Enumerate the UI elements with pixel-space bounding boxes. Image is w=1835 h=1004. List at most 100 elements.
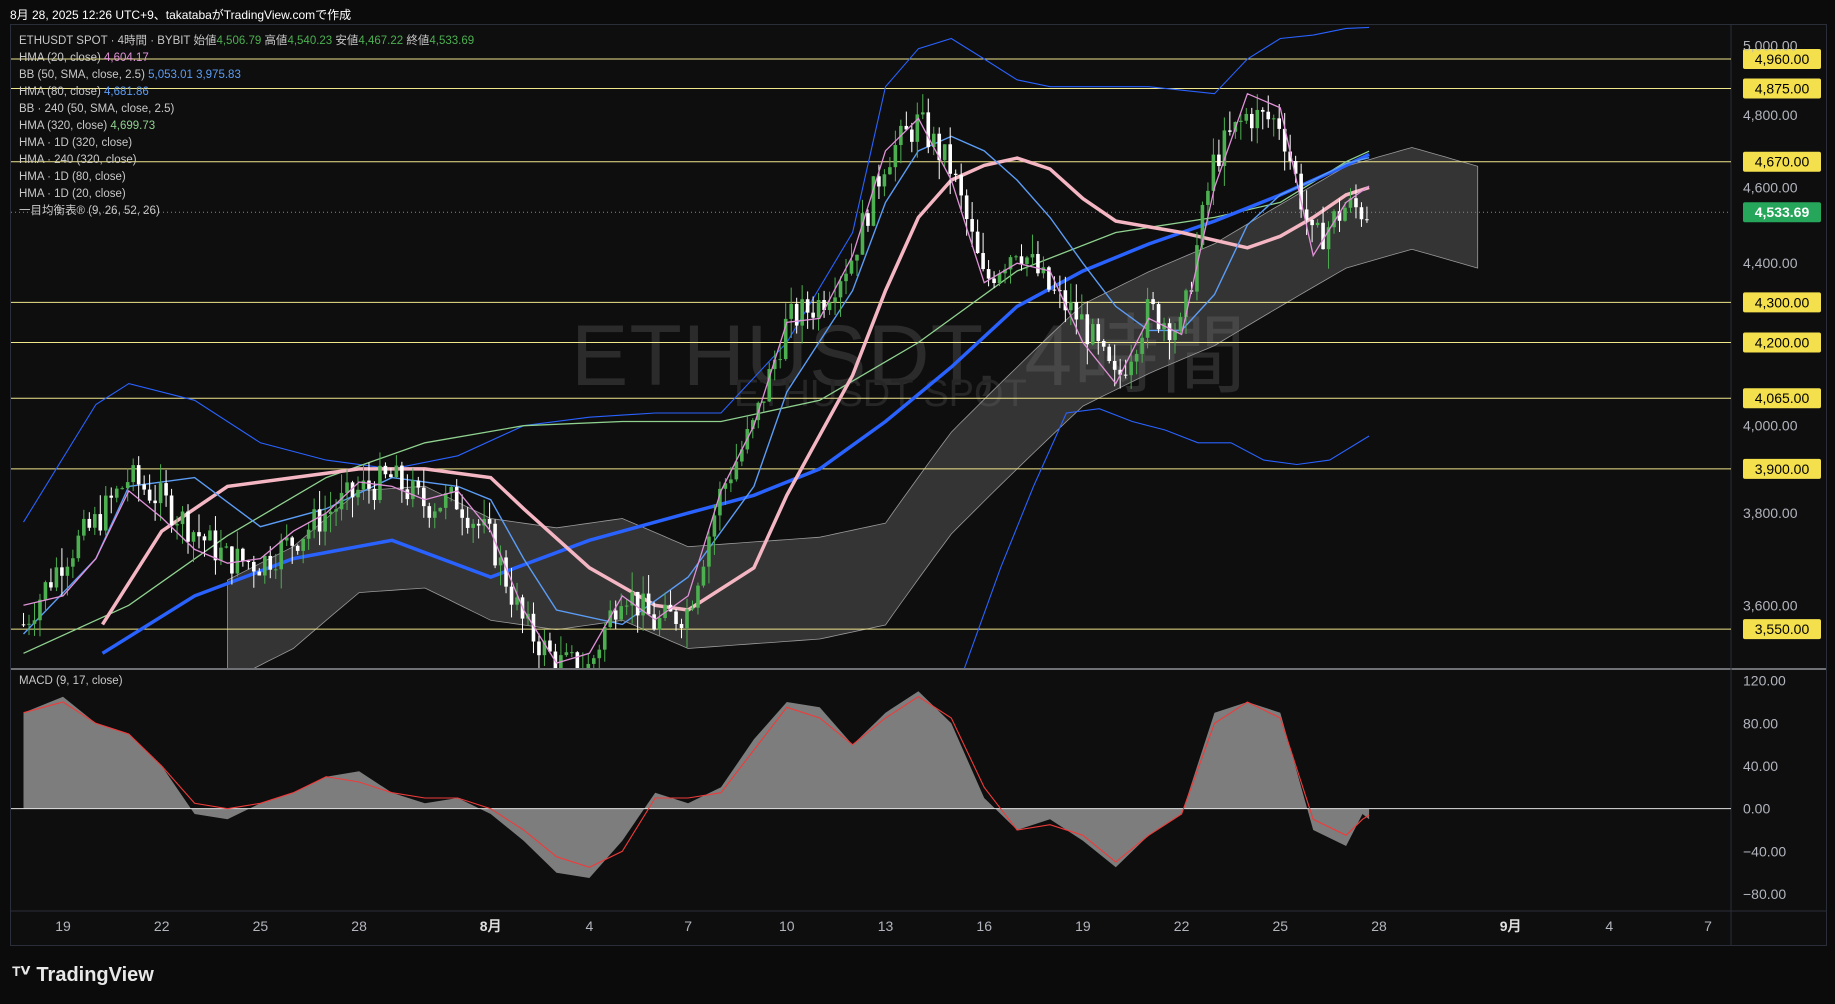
legend-indicator-row[interactable]: HMA (80, close) 4,681.86 [19,84,474,101]
legend-close-value: 4,533.69 [429,35,475,47]
legend-indicator-row[interactable]: HMA · 240 (320, close) [19,152,474,169]
time-axis-tick: 7 [1704,918,1712,934]
candle-body [103,495,108,531]
macd-axis-tick: −40.00 [1743,843,1786,859]
candle-body [827,302,832,311]
candle-body [153,500,157,504]
legend-indicator-label: BB · 240 (50, SMA, close, 2.5) [19,103,175,115]
candle-body [323,514,327,532]
candle-body [262,555,267,576]
legend-indicator-label: BB (50, SMA, close, 2.5) [19,69,149,81]
legend-indicator-label: HMA (20, close) [19,52,104,64]
candle-body [416,480,421,488]
macd-axis-tick: 0.00 [1743,801,1770,817]
legend-open-value: 4,506.79 [216,35,262,47]
candle-body [559,655,563,668]
candle-body [707,536,711,567]
candle-body [1321,222,1325,250]
candle-body [252,561,256,572]
candle-body [432,511,437,518]
candle-body [372,488,377,501]
candle-body [1365,219,1369,221]
candle-body [1080,314,1084,320]
time-axis-tick: 9月 [1500,918,1522,934]
candle-body [920,112,925,115]
candle-body [981,253,985,270]
level-price-label: 3,900.00 [1755,461,1810,477]
candle-body [422,487,426,507]
candle-body [1112,360,1117,370]
macd-label: MACD (9, 17, close) [19,675,123,687]
candle-body [701,566,706,586]
candle-body [975,231,980,254]
candle-body [76,535,81,559]
candle-body [575,652,580,668]
candle-body [1101,340,1106,347]
legend-indicator-row[interactable]: 一目均衡表® (9, 26, 52, 26) [19,203,474,220]
candle-body [405,489,410,500]
candle-body [509,586,514,605]
candle-body [71,558,75,567]
candle-body [866,213,870,226]
level-price-label: 4,670.00 [1755,154,1810,170]
tradingview-brand: TradingView [36,964,154,986]
time-axis-tick: 4 [586,918,594,934]
legend-indicator-row[interactable]: HMA (320, close) 4,699.73 [19,118,474,135]
candle-body [992,278,996,284]
candle-body [114,488,119,498]
candle-body [1239,120,1243,122]
candle-body [679,623,684,629]
legend-indicator-row[interactable]: BB · 240 (50, SMA, close, 2.5) [19,101,474,118]
legend-indicator-row[interactable]: HMA (20, close) 4,604.17 [19,50,474,67]
legend-open-label: 始値 [193,35,217,47]
candle-body [586,663,591,668]
time-axis-tick: 22 [1174,918,1190,934]
candle-body [597,649,602,659]
legend-indicator-label: HMA · 240 (320, close) [19,154,137,166]
candle-body [1249,113,1254,129]
candle-body [27,623,31,625]
level-price-label: 4,300.00 [1755,294,1810,310]
candle-body [1096,324,1101,341]
candle-body [1244,113,1249,121]
macd-axis-tick: −80.00 [1743,886,1786,902]
candle-body [613,610,618,620]
candle-body [411,480,415,500]
price-axis-tick: 4,400.00 [1743,255,1798,271]
legend-low-label: 安値 [335,35,359,47]
tradingview-logo[interactable]: ᵀⱽ TradingView [12,962,154,987]
legend-indicator-value: 4,681.86 [104,86,149,98]
candle-body [800,299,804,326]
time-axis-tick: 22 [154,918,170,934]
candle-body [942,144,947,161]
candle-body [964,195,969,220]
time-axis-tick: 28 [351,918,367,934]
candle-body [1151,299,1155,305]
legend-indicator-row[interactable]: HMA · 1D (20, close) [19,186,474,203]
candle-body [1271,118,1276,120]
candle-body [1123,374,1128,376]
legend-indicator-row[interactable]: BB (50, SMA, close, 2.5) 5,053.01 3,975.… [19,67,474,84]
candle-body [328,511,333,515]
legend-indicator-value: 4,604.17 [104,52,149,64]
candle-body [131,465,135,483]
candle-body [208,530,212,541]
candle-body [805,299,810,313]
legend-indicator-row[interactable]: HMA · 1D (80, close) [19,169,474,186]
legend-indicator-label: HMA (320, close) [19,120,111,132]
candle-body [213,530,218,561]
candle-body [619,606,624,620]
candle-body [1156,304,1161,330]
candle-body [1343,207,1347,221]
legend-indicator-row[interactable]: HMA · 1D (320, close) [19,135,474,152]
candle-body [476,523,481,526]
tradingview-logo-icon: ᵀⱽ [12,964,31,986]
candle-body [844,273,848,282]
chart-frame[interactable]: ETHUSDT, 4時間 ETHUSDT SPOT 4,960.00 4,875.… [10,24,1827,946]
candle-body [789,303,793,319]
candle-body [591,658,596,664]
candle-body [65,566,70,576]
time-axis-tick: 8月 [480,918,502,934]
candle-body [383,465,388,475]
candle-body [180,511,185,525]
